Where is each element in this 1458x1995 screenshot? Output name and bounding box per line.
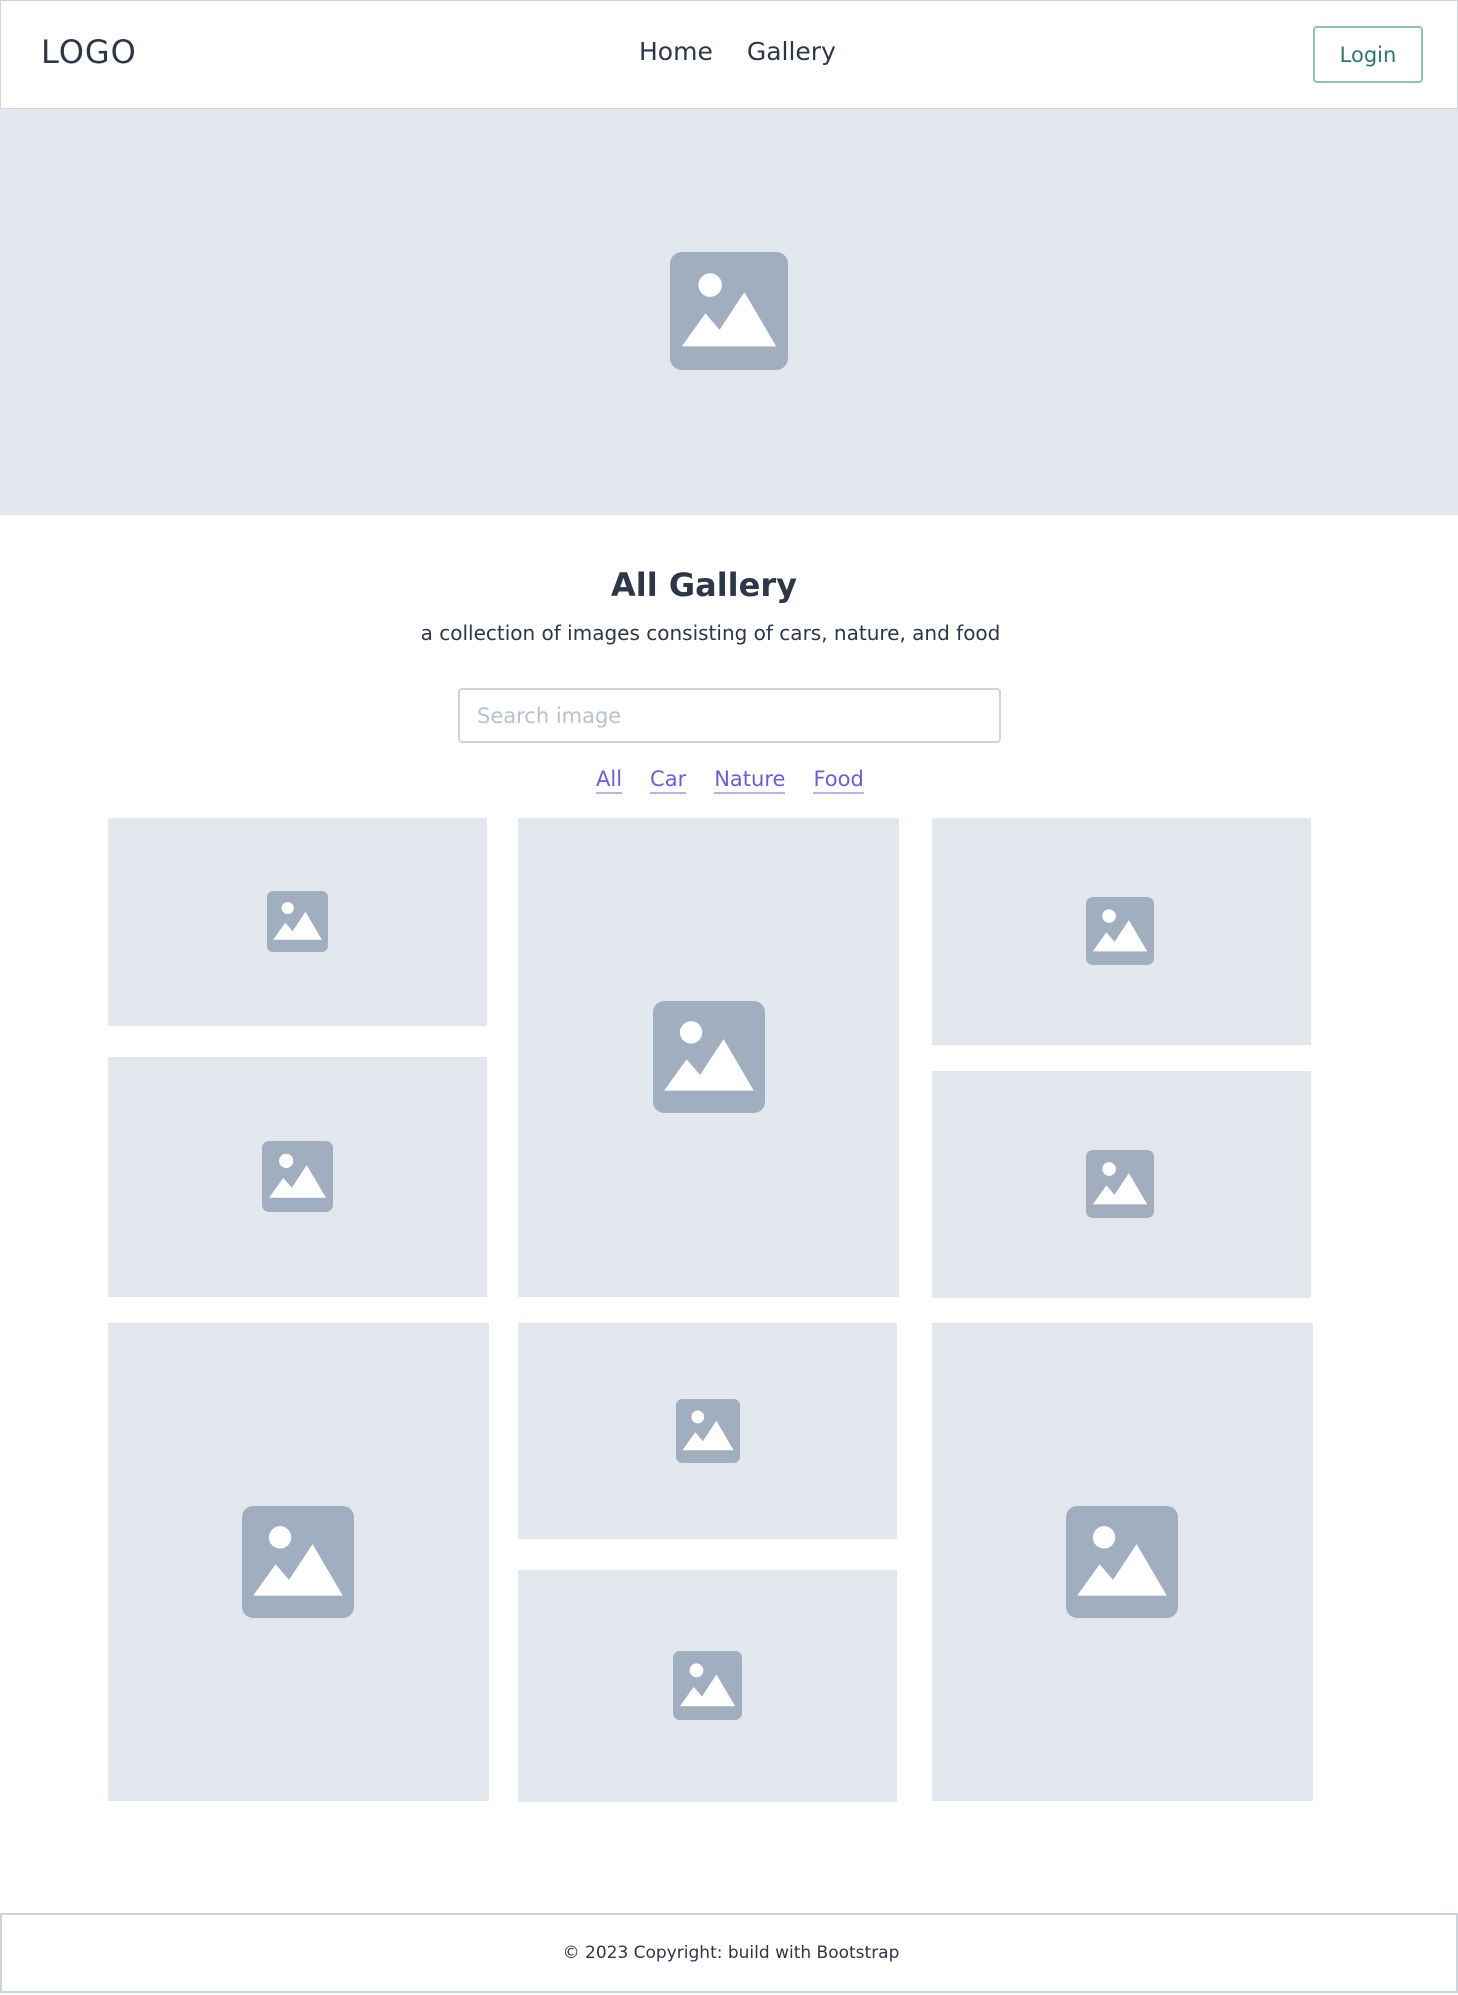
image-icon	[670, 252, 788, 370]
logo[interactable]: LOGO	[41, 33, 137, 71]
gallery-image[interactable]	[932, 1323, 1313, 1801]
gallery-image[interactable]	[108, 1057, 487, 1297]
image-icon	[262, 1141, 333, 1212]
nav-links: Home Gallery	[639, 37, 836, 66]
image-icon	[673, 1651, 742, 1720]
nav-link-gallery[interactable]: Gallery	[747, 37, 836, 66]
footer: © 2023 Copyright: build with Bootstrap	[0, 1913, 1458, 1993]
gallery-image[interactable]	[108, 1323, 489, 1801]
gallery-image[interactable]	[932, 1071, 1311, 1298]
image-icon	[676, 1399, 740, 1463]
image-icon	[653, 1001, 765, 1113]
page-subtitle: a collection of images consisting of car…	[420, 621, 1001, 645]
login-button[interactable]: Login	[1313, 26, 1423, 83]
nav-link-home[interactable]: Home	[639, 37, 713, 66]
hero-banner-image	[0, 109, 1458, 515]
search-input[interactable]	[458, 688, 1001, 743]
copyright-text: © 2023 Copyright: build with Bootstrap	[562, 1943, 900, 1963]
filter-food[interactable]: Food	[813, 766, 864, 794]
image-icon	[1086, 897, 1154, 965]
gallery-image[interactable]	[932, 818, 1311, 1045]
filter-car[interactable]: Car	[650, 766, 687, 794]
image-icon	[242, 1506, 354, 1618]
image-icon	[267, 891, 328, 952]
image-icon	[1066, 1506, 1178, 1618]
gallery-image[interactable]	[518, 1323, 897, 1539]
page-title: All Gallery	[611, 566, 797, 604]
filter-all[interactable]: All	[596, 766, 623, 794]
category-filters: All Car Nature Food	[596, 766, 864, 794]
filter-nature[interactable]: Nature	[714, 766, 786, 794]
gallery-image[interactable]	[108, 818, 487, 1026]
gallery-image[interactable]	[518, 818, 899, 1297]
image-icon	[1086, 1150, 1154, 1218]
gallery-image[interactable]	[518, 1570, 897, 1802]
navbar: LOGO Home Gallery Login	[0, 0, 1458, 109]
